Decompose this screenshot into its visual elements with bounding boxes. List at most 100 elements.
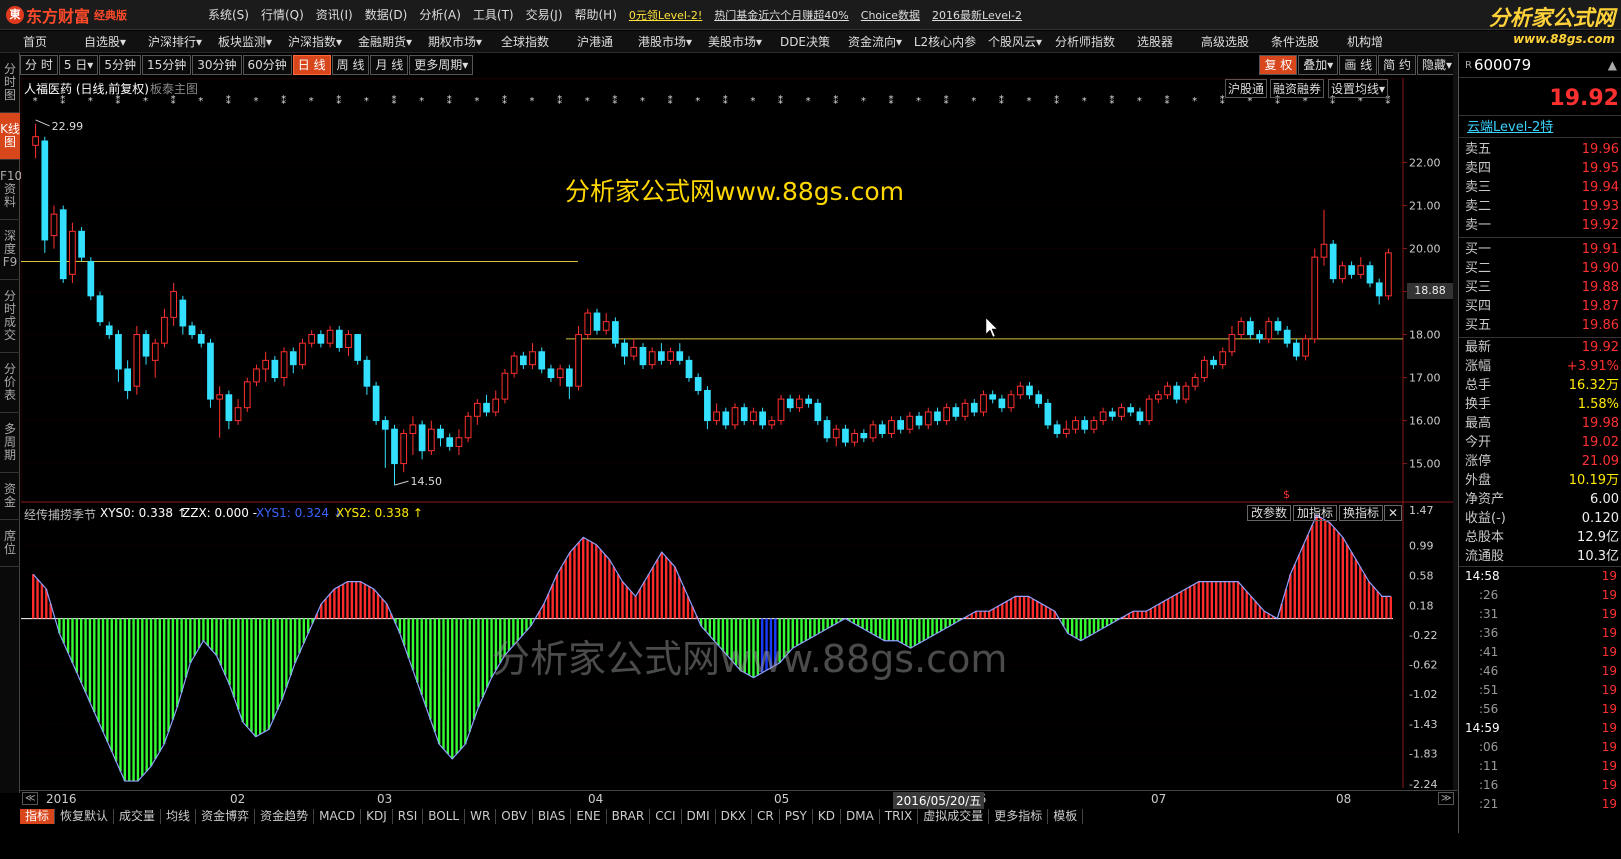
indicator-tab[interactable]: KD (813, 809, 841, 824)
nav-item[interactable]: 板块监测▾ (210, 33, 280, 50)
left-tab[interactable]: 多周期 (0, 413, 20, 473)
nav-item[interactable]: 首页 (0, 33, 70, 50)
menu-quotes[interactable]: 行情(Q) (261, 6, 304, 23)
scroll-right-icon[interactable]: ≫ (1438, 792, 1455, 805)
scroll-left-icon[interactable]: ≪ (22, 792, 39, 805)
nav-item[interactable]: 港股市场▾ (630, 33, 700, 50)
tick-price: 19 (1601, 626, 1617, 640)
period-button[interactable]: 日 线 (292, 55, 331, 75)
indicator-tab[interactable]: OBV (496, 809, 533, 824)
period-button[interactable]: 分 时 (20, 55, 58, 75)
period-button[interactable]: 周 线 (331, 55, 370, 75)
chart-tool-button[interactable]: 画 线 (1339, 55, 1378, 75)
indicator-tab[interactable]: 资金博弈 (196, 809, 256, 824)
menu-analysis[interactable]: 分析(A) (419, 6, 461, 23)
left-tab[interactable]: 资金 (0, 473, 20, 520)
indicator-tab[interactable]: 均线 (161, 809, 197, 824)
indicator-tab[interactable]: 指标 (20, 809, 56, 824)
hk-connect-button[interactable]: 沪股通 (1225, 79, 1268, 98)
indicator-tab[interactable]: BRAR (607, 809, 651, 824)
nav-item[interactable]: 全球指数 (490, 33, 560, 50)
nav-item[interactable]: 金融期货▾ (350, 33, 420, 50)
indicator-tab[interactable]: RSI (393, 809, 424, 824)
indicator-tab[interactable]: 恢复默认 (55, 809, 115, 824)
promo-level2-2016[interactable]: 2016最新Level-2 (932, 7, 1022, 23)
chart-tool-button[interactable]: 叠加▾ (1298, 55, 1339, 75)
period-button[interactable]: 60分钟 (242, 55, 292, 75)
chart-tool-button[interactable]: 隐藏▾ (1416, 55, 1457, 75)
indicator-tab[interactable]: BOLL (423, 809, 466, 824)
period-button[interactable]: 5分钟 (99, 55, 141, 75)
add-indicator-button[interactable]: 加指标 (1293, 505, 1338, 521)
nav-item[interactable]: 自选股▾ (70, 33, 140, 50)
nav-item[interactable]: 资金流向▾ (840, 33, 910, 50)
candle-body-down (271, 359, 279, 379)
nav-item[interactable]: 沪港通 (560, 33, 630, 50)
menu-data[interactable]: 数据(D) (365, 6, 408, 23)
nav-item[interactable]: 选股器 (1120, 33, 1190, 50)
indicator-tab[interactable]: 资金趋势 (255, 809, 315, 824)
promo-choice[interactable]: Choice数据 (861, 7, 920, 23)
nav-item[interactable]: 分析师指数 (1050, 33, 1120, 50)
indicator-tab[interactable]: 更多指标 (989, 809, 1049, 824)
left-tab[interactable]: 分时成交 (0, 280, 20, 353)
nav-item[interactable]: 美股市场▾ (700, 33, 770, 50)
nav-item[interactable]: 沪深指数▾ (280, 33, 350, 50)
period-button[interactable]: 月 线 (370, 55, 409, 75)
nav-item[interactable]: 个股风云▾ (980, 33, 1050, 50)
left-tab[interactable]: 席位 (0, 520, 20, 567)
level2-source-link[interactable]: 云端Level-2特 (1467, 120, 1553, 135)
indicator-tab[interactable]: CR (752, 809, 780, 824)
menu-help[interactable]: 帮助(H) (575, 6, 617, 23)
left-tab[interactable]: K线图 (0, 113, 20, 160)
event-marker[interactable]: $ (1283, 488, 1290, 501)
change-params-button[interactable]: 改参数 (1247, 505, 1292, 521)
indicator-tab[interactable]: 成交量 (114, 809, 162, 824)
indicator-tab[interactable]: DMA (841, 809, 880, 824)
margin-trading-button[interactable]: 融资融券 (1270, 79, 1325, 98)
candle-body-down (694, 377, 702, 391)
indicator-tab[interactable]: BIAS (533, 809, 572, 824)
nav-item[interactable]: L2核心内参 (910, 33, 980, 50)
period-button[interactable]: 更多周期▾ (409, 55, 474, 75)
ma-settings-button[interactable]: 设置均线▾ (1328, 79, 1389, 98)
promo-level2[interactable]: 0元领Level-2! (629, 7, 702, 23)
indicator-tab[interactable]: PSY (780, 809, 813, 824)
chart-tool-button[interactable]: 简 约 (1378, 55, 1416, 75)
indicator-tab[interactable]: TRIX (880, 809, 919, 824)
promo-fund[interactable]: 热门基金近六个月赚超40% (714, 7, 848, 23)
indicator-tab[interactable]: 虚拟成交量 (918, 809, 990, 824)
indicator-tab[interactable]: WR (465, 809, 497, 824)
nav-item[interactable]: DDE决策 (770, 33, 840, 50)
nav-item[interactable]: 高级选股 (1190, 33, 1260, 50)
menu-info[interactable]: 资讯(I) (316, 6, 353, 23)
nav-item[interactable]: 期权市场▾ (420, 33, 490, 50)
indicator-tab[interactable]: CCI (650, 809, 682, 824)
left-tab[interactable]: 分价表 (0, 353, 20, 413)
left-tab[interactable]: 深度F9 (0, 220, 20, 280)
chart-tool-button[interactable]: 复 权 (1259, 55, 1298, 75)
restore-icon: R (1465, 59, 1472, 71)
period-button[interactable]: 30分钟 (192, 55, 242, 75)
nav-item[interactable]: 条件选股 (1260, 33, 1330, 50)
switch-indicator-button[interactable]: 换指标 (1339, 505, 1384, 521)
nav-item[interactable]: 机构增 (1330, 33, 1400, 50)
star-marker: ⁑ (612, 94, 617, 107)
indicator-tab[interactable]: KDJ (361, 809, 393, 824)
menu-trade[interactable]: 交易(J) (526, 6, 563, 23)
menu-system[interactable]: 系统(S) (208, 6, 249, 23)
period-button[interactable]: 5 日▾ (58, 55, 99, 75)
indicator-tab[interactable]: DKX (716, 809, 752, 824)
indicator-tab[interactable]: 模板 (1048, 809, 1084, 824)
menu-tools[interactable]: 工具(T) (473, 6, 514, 23)
left-tab[interactable]: 分时图 (0, 53, 20, 113)
indicator-tab[interactable]: MACD (314, 809, 362, 824)
indicator-tab[interactable]: ENE (571, 809, 607, 824)
nav-item[interactable]: 沪深排行▾ (140, 33, 210, 50)
period-button[interactable]: 15分钟 (141, 55, 192, 75)
candle-body-down (1053, 424, 1061, 434)
close-indicator-icon[interactable]: ✕ (1384, 505, 1403, 521)
scroll-up-icon[interactable]: ▲ (1608, 58, 1617, 72)
left-tab[interactable]: F10资料 (0, 160, 22, 220)
indicator-tab[interactable]: DMI (682, 809, 716, 824)
